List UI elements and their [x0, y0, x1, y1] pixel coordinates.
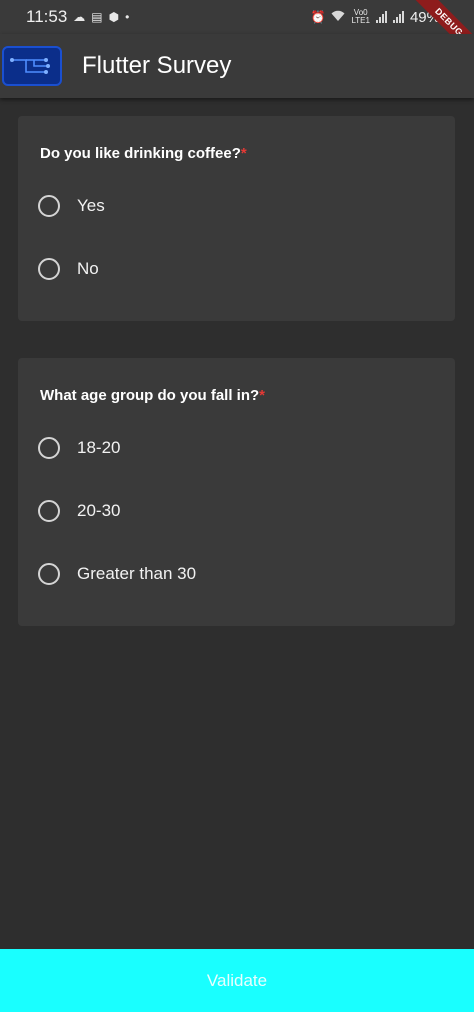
app-bar: Flutter Survey [0, 34, 474, 98]
required-mark: * [240, 145, 247, 162]
question-title: Do you like drinking coffee?* [18, 116, 455, 174]
status-left: 11:53 ☁ ▤ ⬢ • [26, 7, 129, 27]
radio-option-greater-than-30[interactable]: Greater than 30 [18, 542, 455, 605]
required-mark: * [259, 387, 265, 404]
radio-button[interactable] [38, 194, 60, 217]
radio-option-no[interactable]: No [18, 237, 455, 300]
app-title: Flutter Survey [82, 52, 232, 79]
shield-icon: ⬢ [108, 10, 120, 24]
status-time: 11:53 [26, 7, 68, 26]
circuit-icon [2, 46, 62, 86]
radio-option-18-20[interactable]: 18-20 [18, 416, 455, 479]
radio-option-label: No [77, 258, 99, 278]
volte-indicator: Vo0 LTE1 [351, 9, 370, 25]
status-bar: 11:53 ☁ ▤ ⬢ • ⏰ Vo0 LTE1 49% [0, 0, 474, 34]
signal-icon-2 [392, 11, 404, 23]
radio-option-20-30[interactable]: 20-30 [18, 479, 455, 542]
radio-option-label: 20-30 [77, 500, 121, 520]
alarm-icon: ⏰ [310, 10, 326, 24]
wifi-icon [331, 10, 345, 25]
volte-line2: LTE1 [351, 16, 370, 25]
radio-option-label: 18-20 [77, 437, 121, 457]
radio-option-label: Yes [77, 195, 105, 215]
question-card-age: What age group do you fall in?* 18-20 20… [18, 358, 455, 626]
notes-icon: ▤ [91, 10, 103, 24]
signal-icon-1 [375, 11, 387, 23]
screen: 11:53 ☁ ▤ ⬢ • ⏰ Vo0 LTE1 49% DEBUG Flutt… [0, 0, 474, 1012]
radio-button[interactable] [38, 257, 60, 280]
cloud-icon: ☁ [73, 10, 86, 24]
question-card-coffee: Do you like drinking coffee?* Yes No [18, 116, 455, 321]
status-dot: • [125, 10, 130, 24]
radio-option-label: Greater than 30 [77, 563, 197, 583]
radio-button[interactable] [38, 436, 60, 459]
radio-button[interactable] [38, 562, 60, 585]
question-title: What age group do you fall in?* [18, 358, 455, 416]
radio-button[interactable] [38, 499, 60, 522]
validate-button[interactable]: Validate [0, 949, 474, 1012]
question-text: What age group do you fall in? [40, 387, 260, 404]
question-text: Do you like drinking coffee? [40, 145, 241, 162]
radio-option-yes[interactable]: Yes [18, 174, 455, 237]
